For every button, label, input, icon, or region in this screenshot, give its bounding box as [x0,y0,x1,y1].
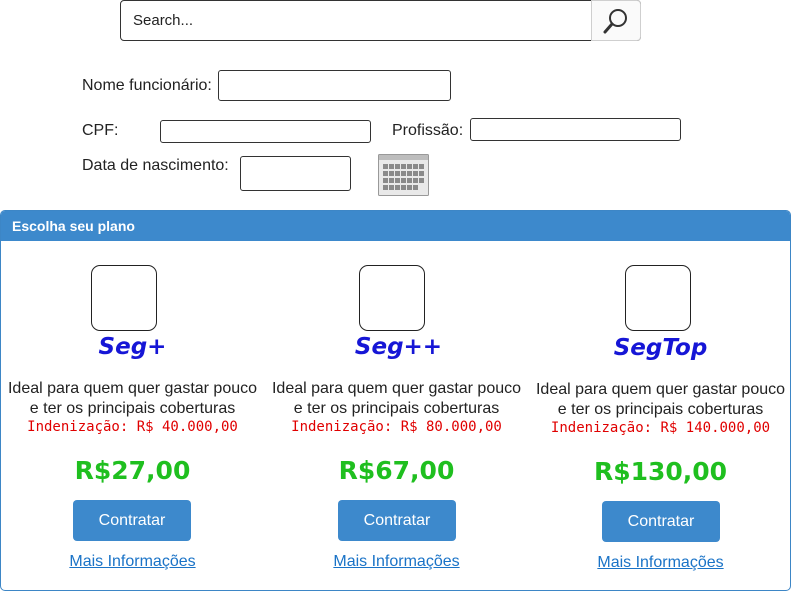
search-button[interactable] [591,0,641,41]
profession-field[interactable] [470,118,681,141]
profession-label: Profissão: [392,122,464,139]
plan-card-segtop: SegTop Ideal para quem quer gastar pouco… [529,211,790,590]
contract-button[interactable]: Contratar [602,501,720,542]
plan-name: SegTop [613,335,708,361]
cpf-label: CPF: [82,122,119,139]
plan-description-line1: Ideal para quem quer gastar pouco [535,381,786,398]
more-info-link[interactable]: Mais Informações [1,553,264,571]
search-bar [120,0,641,41]
plan-price: R$27,00 [74,456,191,485]
plan-image-placeholder [359,265,425,331]
plan-indemnity: Indenização: R$ 40.000,00 [27,419,238,435]
contract-button[interactable]: Contratar [338,500,456,541]
search-icon [603,8,627,33]
plan-description-line2: e ter os principais coberturas [29,400,236,417]
name-label: Nome funcionário: [82,77,212,94]
plan-card-seg-plus-plus: Seg++ Ideal para quem quer gastar pouco … [265,211,528,590]
plan-indemnity: Indenização: R$ 80.000,00 [291,419,502,435]
plan-price: R$130,00 [593,457,728,486]
plan-price: R$67,00 [338,456,455,485]
birth-date-field[interactable] [240,156,351,191]
plan-description-line1: Ideal para quem quer gastar pouco [7,380,258,397]
more-info-link[interactable]: Mais Informações [529,554,790,572]
plan-description-line2: e ter os principais coberturas [557,401,764,418]
birth-date-label: Data de nascimento: [82,157,229,174]
cpf-field[interactable] [160,120,371,143]
contract-button[interactable]: Contratar [73,500,191,541]
plan-name: Seg+ [98,334,167,360]
more-info-link[interactable]: Mais Informações [265,553,528,571]
calendar-icon[interactable] [378,154,429,196]
plan-image-placeholder [625,265,691,331]
plan-indemnity: Indenização: R$ 140.000,00 [550,420,771,436]
plan-card-seg-plus: Seg+ Ideal para quem quer gastar pouco e… [1,211,264,590]
search-input[interactable] [122,2,590,39]
plan-description-line1: Ideal para quem quer gastar pouco [271,380,522,397]
plan-name: Seg++ [354,334,443,360]
employee-name-field[interactable] [218,70,451,101]
plan-panel: Escolha seu plano Seg+ Ideal para quem q… [0,210,791,591]
plan-image-placeholder [91,265,157,331]
plan-description-line2: e ter os principais coberturas [293,400,500,417]
